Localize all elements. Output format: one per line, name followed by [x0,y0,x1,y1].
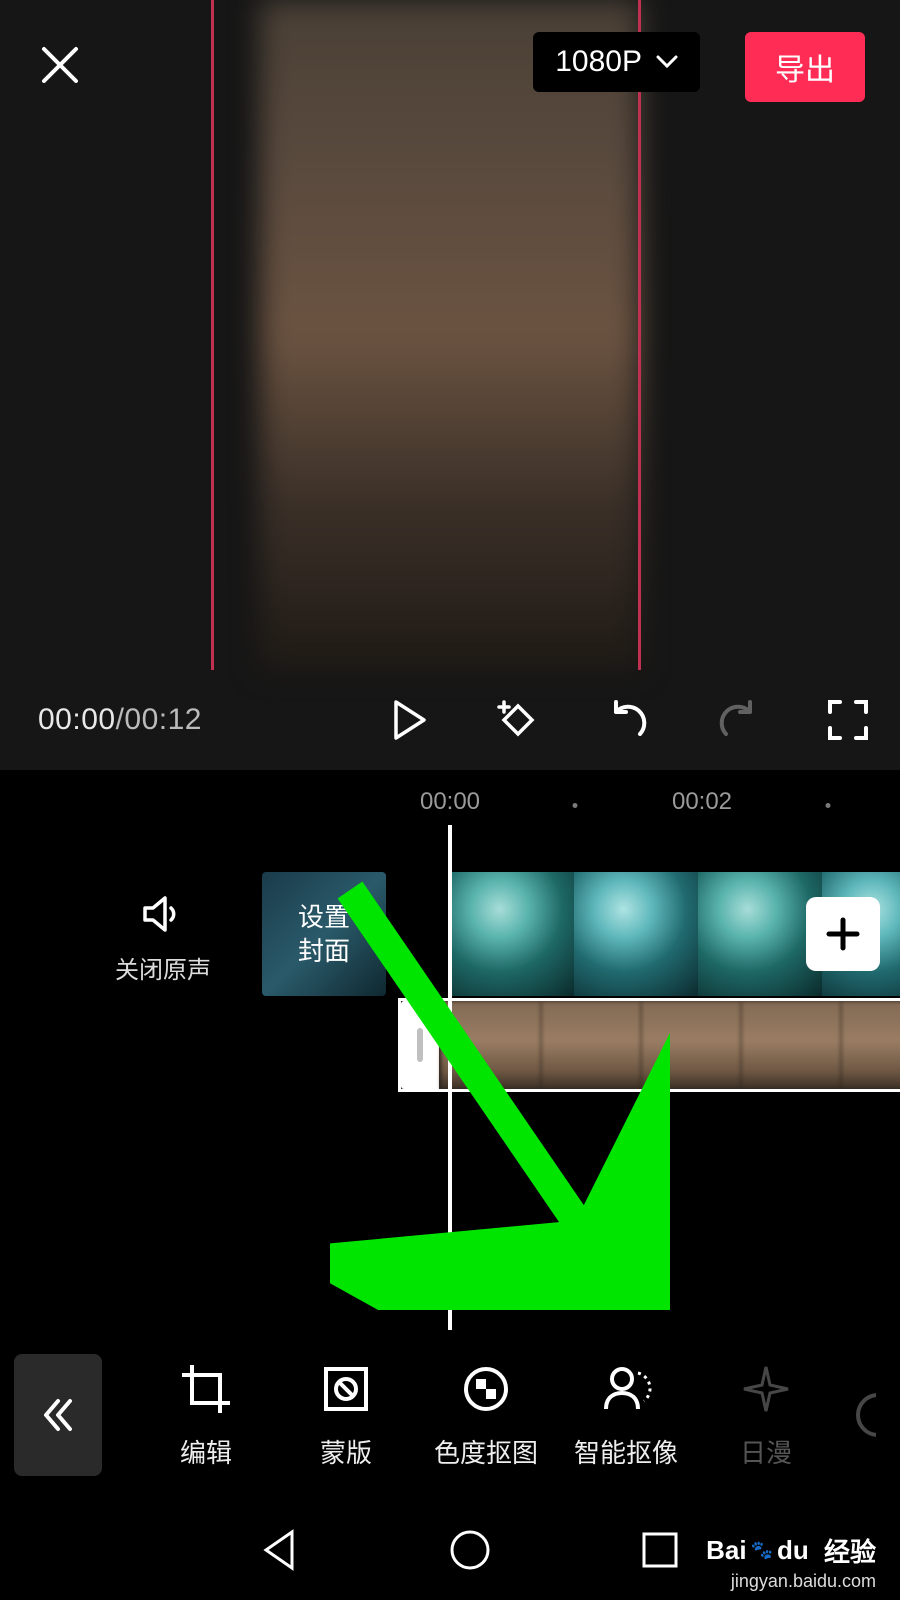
close-icon [38,43,82,87]
ruler-dot [826,803,831,808]
ruler-tick: 00:00 [420,788,480,816]
triangle-back-icon [250,1520,310,1580]
pip-frames [441,1001,900,1089]
add-clip-button[interactable] [806,897,880,971]
speaker-icon [139,890,187,938]
clip-frame [450,872,574,996]
preview-area: 1080P 导出 [0,0,900,670]
nav-home-button[interactable] [440,1520,500,1580]
tool-label: 日漫 [740,1433,792,1470]
tool-label: 色度抠图 [434,1433,538,1470]
mask-icon [318,1361,374,1417]
toolbar: 编辑 蒙版 色度抠图 智能抠像 日漫 [0,1330,900,1500]
collapse-toolbar-button[interactable] [14,1354,102,1476]
timeline[interactable]: 00:00 00:02 关闭原声 设置封面 [0,770,900,1330]
watermark-brand: Bai🐾du 经验 [706,1532,876,1569]
mute-label: 关闭原声 [115,950,211,985]
tool-mask[interactable]: 蒙版 [276,1361,416,1470]
transport-bar: 00:00/00:12 [0,670,900,770]
export-button[interactable]: 导出 [745,32,865,102]
redo-button[interactable] [716,698,760,742]
clip-frame-border [211,0,641,670]
tool-more[interactable] [836,1387,876,1443]
chroma-icon [458,1361,514,1417]
pip-trim-handle[interactable] [401,1001,439,1089]
keyframe-add-icon [496,698,540,742]
sparkle-icon [738,1361,794,1417]
tool-smart-cutout[interactable]: 智能抠像 [556,1361,696,1470]
pip-track[interactable] [398,998,900,1092]
undo-button[interactable] [606,698,650,742]
watermark: Bai🐾du 经验 jingyan.baidu.com [706,1532,876,1592]
system-nav-bar: Bai🐾du 经验 jingyan.baidu.com [0,1500,900,1600]
cover-label: 设置封面 [298,900,350,968]
square-recent-icon [630,1520,690,1580]
tool-label: 蒙版 [320,1433,372,1470]
chevron-down-icon [656,55,678,69]
chevrons-left-icon [38,1395,78,1435]
watermark-url: jingyan.baidu.com [731,1571,876,1592]
undo-icon [606,698,650,742]
circle-icon [836,1387,876,1443]
timecode: 00:00/00:12 [38,703,202,737]
current-time: 00:00 [38,703,116,736]
nav-recent-button[interactable] [630,1520,690,1580]
keyframe-button[interactable] [496,698,540,742]
person-cutout-icon [598,1361,654,1417]
tool-label: 智能抠像 [574,1433,678,1470]
fullscreen-icon [826,698,870,742]
mute-audio-button[interactable]: 关闭原声 [115,890,211,985]
close-button[interactable] [35,40,85,90]
ruler-tick: 00:02 [672,788,732,816]
clip-frame [698,872,822,996]
play-icon [386,698,430,742]
plus-icon [823,914,863,954]
clip-frame [574,872,698,996]
play-button[interactable] [386,698,430,742]
resolution-dropdown[interactable]: 1080P [533,32,700,92]
crop-icon [178,1361,234,1417]
tool-label: 编辑 [180,1433,232,1470]
time-ruler: 00:00 00:02 [0,788,900,818]
fullscreen-button[interactable] [826,698,870,742]
tool-anime[interactable]: 日漫 [696,1361,836,1470]
playhead[interactable] [448,825,452,1330]
resolution-label: 1080P [555,45,642,79]
set-cover-button[interactable]: 设置封面 [262,872,386,996]
tool-chroma-key[interactable]: 色度抠图 [416,1361,556,1470]
nav-back-button[interactable] [250,1520,310,1580]
tool-edit[interactable]: 编辑 [136,1361,276,1470]
paw-icon: 🐾 [751,1540,773,1561]
duration: 00:12 [124,703,202,736]
ruler-dot [573,803,578,808]
circle-home-icon [440,1520,500,1580]
redo-icon [716,698,760,742]
